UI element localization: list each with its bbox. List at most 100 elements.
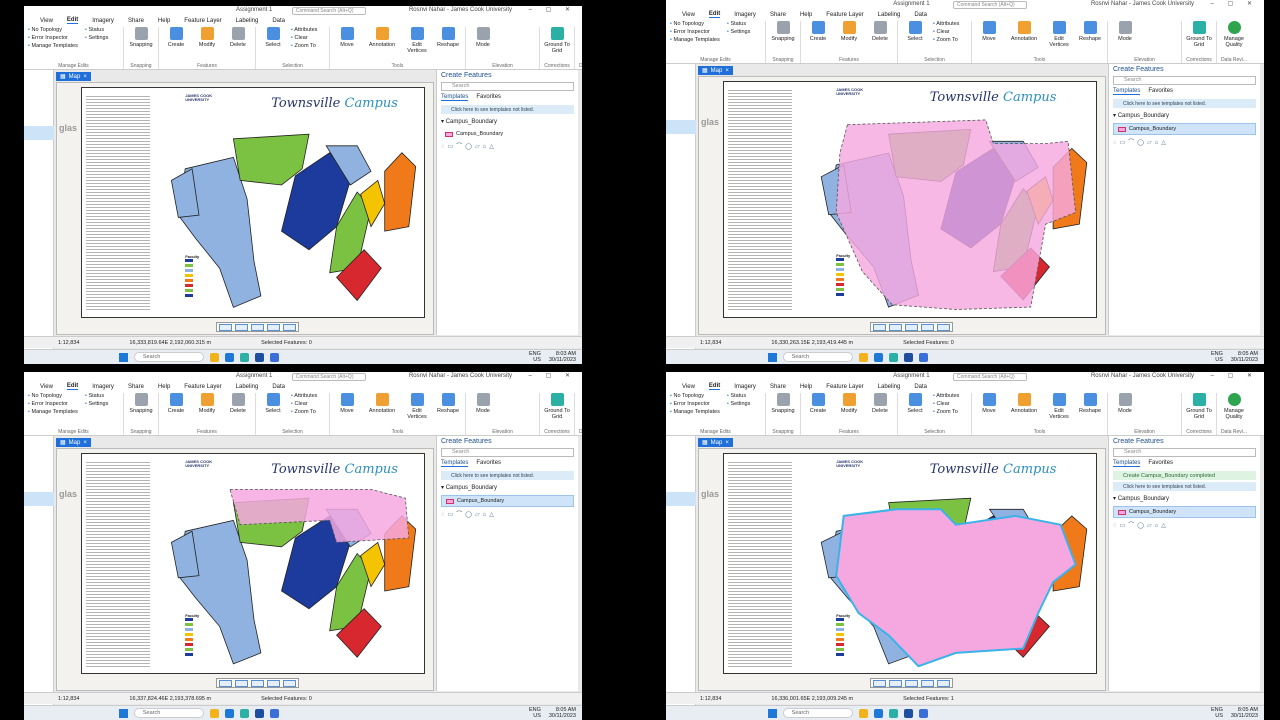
contents-pane[interactable] xyxy=(666,436,696,705)
finish-tool-icon[interactable] xyxy=(282,323,296,331)
finish-tool-icon[interactable] xyxy=(282,679,296,687)
topology-select[interactable]: No Topology xyxy=(28,27,80,33)
move-button[interactable]: Move xyxy=(334,393,360,414)
tab-labeling[interactable]: Labeling xyxy=(878,384,901,390)
reshape-button[interactable]: Reshape xyxy=(1077,21,1103,42)
attributes-button[interactable]: Attributes xyxy=(291,27,325,33)
tab-view[interactable]: View xyxy=(40,384,53,390)
template-search-input[interactable]: Search xyxy=(1113,76,1256,85)
reshape-button[interactable]: Reshape xyxy=(435,393,461,414)
line-tool-icon[interactable] xyxy=(889,679,903,687)
clear-button[interactable]: Clear xyxy=(291,401,325,407)
modify-button[interactable]: Modify xyxy=(194,27,220,48)
templates-info-link[interactable]: Click here to see templates not listed. xyxy=(1113,99,1256,108)
command-search-input[interactable]: Command Search (Alt+Q) xyxy=(953,1,1028,9)
tab-map[interactable]: ▦ Map × xyxy=(56,438,91,447)
word-icon[interactable] xyxy=(254,708,264,718)
tab-favorites[interactable]: Favorites xyxy=(1148,460,1173,467)
mode-button[interactable]: Mode xyxy=(470,27,496,48)
polygon-tool-icon[interactable] xyxy=(873,679,887,687)
sketch-toolbar[interactable] xyxy=(870,322,954,332)
language-indicator[interactable]: ENG US xyxy=(1211,351,1223,363)
windows-start-icon[interactable] xyxy=(767,352,777,362)
word-icon[interactable] xyxy=(903,352,913,362)
manage-templates-button[interactable]: Manage Templates xyxy=(28,43,80,49)
tab-feature-layer[interactable]: Feature Layer xyxy=(184,384,221,390)
campus-boundary-polygon[interactable] xyxy=(82,454,426,675)
status-button[interactable]: Status xyxy=(85,27,119,33)
tab-favorites[interactable]: Favorites xyxy=(476,94,501,101)
word-icon[interactable] xyxy=(903,708,913,718)
manage-templates-button[interactable]: Manage Templates xyxy=(670,37,722,43)
window-controls[interactable]: – ▢ ✕ xyxy=(1211,0,1258,7)
error-inspector-button[interactable]: Error Inspector xyxy=(28,35,80,41)
scale-select[interactable]: 1:12,834 xyxy=(700,696,721,702)
template-search-input[interactable]: Search xyxy=(441,448,574,457)
mode-button[interactable]: Mode xyxy=(470,393,496,414)
tab-templates[interactable]: Templates xyxy=(441,460,469,467)
polygon-tool-icon[interactable] xyxy=(218,323,232,331)
edit-vertices-button[interactable]: Edit Vertices xyxy=(1046,393,1072,420)
reshape-button[interactable]: Reshape xyxy=(1077,393,1103,414)
attributes-button[interactable]: Attributes xyxy=(933,21,967,27)
language-indicator[interactable]: ENG US xyxy=(1211,707,1223,719)
create-button[interactable]: Create xyxy=(163,393,189,414)
template-tools[interactable]: ◌▭⌒◯▱⌂△ xyxy=(1113,137,1256,146)
tab-edit[interactable]: Edit xyxy=(66,17,79,24)
polygon-tool-icon[interactable] xyxy=(873,323,887,331)
taskbar-search[interactable]: Search xyxy=(133,352,204,362)
tab-feature-layer[interactable]: Feature Layer xyxy=(184,18,221,24)
tab-templates[interactable]: Templates xyxy=(1113,460,1141,467)
tab-labeling[interactable]: Labeling xyxy=(236,18,259,24)
line-tool-icon[interactable] xyxy=(234,679,248,687)
sketch-toolbar[interactable] xyxy=(215,322,299,332)
zoom-to-button[interactable]: Zoom To xyxy=(933,409,967,415)
language-indicator[interactable]: ENG US xyxy=(529,351,541,363)
edge-icon[interactable] xyxy=(873,708,883,718)
campus-boundary-polygon[interactable] xyxy=(724,454,1098,675)
tab-templates[interactable]: Templates xyxy=(1113,88,1141,95)
window-controls[interactable]: – ▢ ✕ xyxy=(529,372,576,379)
tab-favorites[interactable]: Favorites xyxy=(1148,88,1173,95)
template-item[interactable]: Campus_Boundary xyxy=(441,129,574,139)
tab-favorites[interactable]: Favorites xyxy=(476,460,501,467)
template-search-input[interactable]: Search xyxy=(1113,448,1256,457)
zoom-to-button[interactable]: Zoom To xyxy=(933,37,967,43)
select-button[interactable]: Select xyxy=(260,393,286,414)
tab-map[interactable]: ▦ Map × xyxy=(56,72,91,81)
snapping-button[interactable]: Snapping xyxy=(770,393,796,414)
tab-view[interactable]: View xyxy=(682,12,695,18)
clear-button[interactable]: Clear xyxy=(933,29,967,35)
manage-quality-button[interactable]: Manage Quality xyxy=(1221,393,1247,420)
tab-edit[interactable]: Edit xyxy=(708,11,721,18)
tab-view[interactable]: View xyxy=(40,18,53,24)
mode-button[interactable]: Mode xyxy=(1112,393,1138,414)
trace-tool-icon[interactable] xyxy=(921,323,935,331)
tab-data[interactable]: Data xyxy=(914,12,927,18)
delete-button[interactable]: Delete xyxy=(867,21,893,42)
selected-layer-row[interactable] xyxy=(666,120,696,134)
annotation-button[interactable]: Annotation xyxy=(1007,393,1041,414)
error-inspector-button[interactable]: Error Inspector xyxy=(28,401,80,407)
template-tools[interactable]: ◌▭⌒◯▱⌂△ xyxy=(1113,520,1256,529)
file-explorer-icon[interactable] xyxy=(858,708,868,718)
template-item[interactable]: Campus_Boundary xyxy=(441,495,574,507)
manage-templates-button[interactable]: Manage Templates xyxy=(670,409,722,415)
scale-select[interactable]: 1:12,834 xyxy=(58,696,79,702)
tab-imagery[interactable]: Imagery xyxy=(734,12,756,18)
modify-button[interactable]: Modify xyxy=(836,393,862,414)
create-button[interactable]: Create xyxy=(805,21,831,42)
modify-button[interactable]: Modify xyxy=(194,393,220,414)
snapping-button[interactable]: Snapping xyxy=(128,27,154,48)
tab-help[interactable]: Help xyxy=(158,384,170,390)
delete-button[interactable]: Delete xyxy=(225,393,251,414)
delete-button[interactable]: Delete xyxy=(225,27,251,48)
settings-button[interactable]: Settings xyxy=(85,35,119,41)
tab-imagery[interactable]: Imagery xyxy=(734,384,756,390)
manage-quality-button[interactable]: Manage Quality xyxy=(1221,21,1247,48)
chrome-icon[interactable] xyxy=(888,708,898,718)
status-button[interactable]: Status xyxy=(727,393,761,399)
clock[interactable]: 8:03 AM 30/11/2023 xyxy=(549,351,576,363)
select-button[interactable]: Select xyxy=(902,21,928,42)
settings-button[interactable]: Settings xyxy=(727,29,761,35)
